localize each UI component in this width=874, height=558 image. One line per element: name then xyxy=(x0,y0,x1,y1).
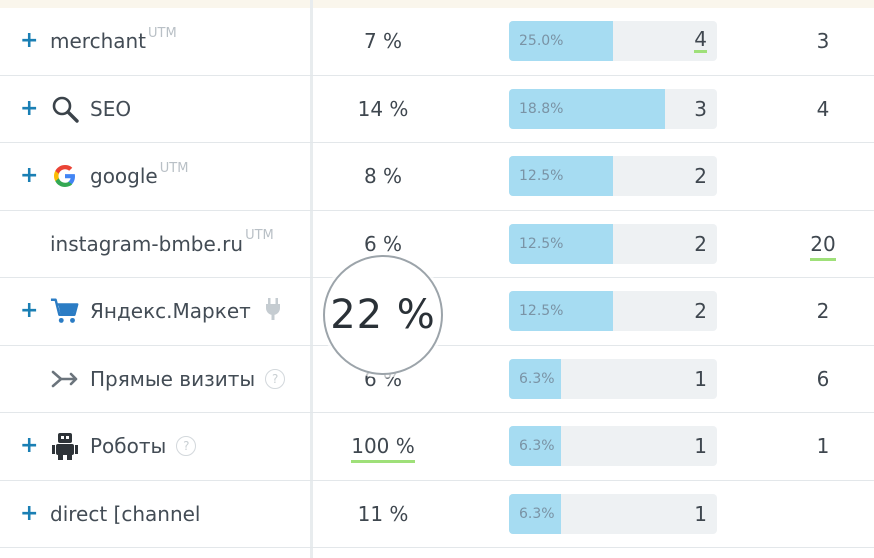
expand-button[interactable]: + xyxy=(20,300,38,322)
share-bar-value[interactable]: 1 xyxy=(694,367,707,391)
share-bar: 6.3% 1 xyxy=(509,426,717,467)
share-bar: 12.5% 2 xyxy=(509,156,717,197)
share-bar-value[interactable]: 4 xyxy=(694,29,707,54)
count-cell: 1 xyxy=(816,434,830,459)
percent-cell: 8 % xyxy=(363,164,403,189)
count-cell[interactable]: 20 xyxy=(790,231,856,261)
count-cell: 3 xyxy=(816,29,830,54)
source-name[interactable]: google xyxy=(90,164,158,188)
share-bar: 6.3% 1 xyxy=(509,493,717,534)
source-name[interactable]: merchant xyxy=(50,29,146,53)
google-icon xyxy=(50,161,80,191)
share-bar-percent: 25.0% xyxy=(519,33,564,50)
source-name[interactable]: SEO xyxy=(90,97,131,121)
table-row: Прямые визиты ? 6 % 6.3% 1 6 xyxy=(0,346,874,413)
expand-button[interactable]: + xyxy=(20,30,38,52)
robot-icon xyxy=(50,431,80,461)
percent-cell: 11 % xyxy=(357,501,409,526)
help-icon[interactable]: ? xyxy=(265,368,286,389)
plug-icon xyxy=(265,297,281,325)
table-row: + google UTM 8 % 12.5% 2 xyxy=(0,143,874,211)
share-bar: 12.5% 2 xyxy=(509,223,717,264)
source-cell: direct [channel xyxy=(50,502,200,526)
source-cell: merchant UTM xyxy=(50,25,177,54)
utm-tag: UTM xyxy=(159,160,189,176)
share-bar-percent: 6.3% xyxy=(519,505,555,522)
share-bar-percent: 12.5% xyxy=(519,303,564,320)
header-strip xyxy=(0,0,874,8)
share-bar-percent: 12.5% xyxy=(519,235,564,252)
source-cell: google UTM xyxy=(50,161,188,191)
source-name[interactable]: direct [channel xyxy=(50,502,200,526)
share-bar-percent: 18.8% xyxy=(519,100,564,117)
percent-cell: 14 % xyxy=(357,96,409,121)
source-name[interactable]: Прямые визиты xyxy=(90,367,255,391)
share-bar-value[interactable]: 2 xyxy=(694,164,707,188)
magnified-percent-callout: 22 % xyxy=(323,255,443,375)
expand-button[interactable]: + xyxy=(20,435,38,457)
count-cell: 2 xyxy=(816,299,830,324)
expand-button[interactable]: + xyxy=(20,97,38,120)
shopping-cart-icon xyxy=(50,296,80,326)
magnified-percent-value: 22 % xyxy=(330,292,436,338)
source-cell: Прямые визиты ? xyxy=(50,364,286,394)
source-cell: Яндекс.Маркет xyxy=(50,296,281,326)
table-row: + direct [channel 11 % 6.3% 1 xyxy=(0,481,874,548)
share-bar-value[interactable]: 2 xyxy=(694,232,707,256)
share-bar-value[interactable]: 1 xyxy=(694,434,707,458)
expand-button[interactable]: + xyxy=(20,165,38,187)
percent-cell[interactable]: 100 % xyxy=(313,434,453,464)
source-name[interactable]: Роботы xyxy=(90,434,166,458)
share-bar-value[interactable]: 3 xyxy=(694,97,707,121)
table-row: instagram-bmbe.ru UTM 6 % 12.5% 2 20 xyxy=(0,211,874,278)
share-bar-value[interactable]: 1 xyxy=(694,502,707,526)
count-cell: 6 xyxy=(816,366,830,391)
source-name[interactable]: instagram-bmbe.ru xyxy=(50,232,243,256)
traffic-sources-table: + merchant UTM 7 % 25.0% 4 3 + SEO 14 % 1… xyxy=(0,8,874,548)
percent-cell: 7 % xyxy=(363,29,403,54)
utm-tag: UTM xyxy=(245,228,274,244)
table-row: + Роботы ? 100 % 6.3% 1 1 xyxy=(0,413,874,481)
count-cell: 4 xyxy=(816,96,830,121)
source-cell: SEO xyxy=(50,94,131,124)
expand-button[interactable]: + xyxy=(20,502,38,525)
help-icon[interactable]: ? xyxy=(176,436,197,457)
share-bar: 18.8% 3 xyxy=(509,88,717,129)
table-row: + merchant UTM 7 % 25.0% 4 3 xyxy=(0,8,874,76)
share-bar-percent: 6.3% xyxy=(519,370,555,387)
source-cell: Роботы ? xyxy=(50,431,197,461)
share-bar-percent: 6.3% xyxy=(519,438,555,455)
share-bar: 6.3% 1 xyxy=(509,358,717,399)
share-bar-value[interactable]: 2 xyxy=(694,299,707,323)
share-bar: 25.0% 4 xyxy=(509,21,717,62)
source-name[interactable]: Яндекс.Маркет xyxy=(90,299,251,323)
percent-cell: 6 % xyxy=(363,231,403,256)
share-bar-percent: 12.5% xyxy=(519,168,564,185)
share-bar: 12.5% 2 xyxy=(509,291,717,332)
utm-tag: UTM xyxy=(148,25,177,41)
table-row: + SEO 14 % 18.8% 3 4 xyxy=(0,76,874,143)
direct-visits-icon xyxy=(50,364,80,394)
source-cell: instagram-bmbe.ru UTM xyxy=(50,228,274,256)
magnifier-icon xyxy=(50,94,80,124)
